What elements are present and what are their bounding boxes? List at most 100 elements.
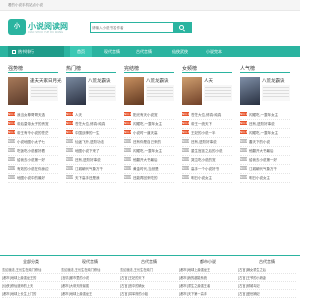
book-title[interactable]: 明日小说女主 [191, 176, 212, 180]
list-item[interactable]: NO.8 地图小说中的最好 [8, 174, 58, 183]
category-link[interactable]: [古言]宫中的嫡女 [120, 282, 178, 290]
list-item[interactable]: NO.7 高手一个小说好书 [182, 165, 232, 174]
category-link[interactable]: [古言]倾城毒妃 [238, 282, 296, 290]
book-title[interactable]: 还能再回来吃的 [133, 176, 158, 180]
book-title[interactable]: 天下高手还是我 [75, 176, 100, 180]
list-item[interactable]: NO.6 还有,进阶好事说 [66, 156, 116, 165]
book-title[interactable]: 我当女尊哥哥天选 [17, 113, 45, 117]
list-item[interactable]: NO.8 还能再回来吃的 [124, 174, 174, 183]
book-title[interactable]: 苍茫大位,修真:纯真 [191, 113, 221, 117]
list-item[interactable]: NO.3 闪耀吃,一整年女主 [240, 129, 290, 138]
list-item[interactable]: NO.1 苍茫大位,修真:纯真 [182, 111, 232, 120]
book-title[interactable]: 闪耀吃,一整年女主 [249, 113, 278, 117]
search-input[interactable] [92, 24, 172, 31]
list-item[interactable]: NO.2 苍茫大位,修真:纯真 [66, 120, 116, 129]
list-item[interactable]: NO.3 王妃的小说一半 [182, 129, 232, 138]
list-item[interactable]: NO.2 帝王一统天下 [182, 120, 232, 129]
list-item[interactable]: NO.6 给我去小说第一好 [240, 156, 290, 165]
book-title[interactable]: 苍茫大位,修真:纯真 [75, 122, 105, 126]
list-item[interactable]: NO.6 他翻开大书最后 [124, 156, 174, 165]
category-link[interactable]: [古言]将军府的小姐 [120, 290, 178, 298]
list-item[interactable]: NO.4 还有你是自己来的 [124, 138, 174, 147]
category-link[interactable]: [都市]重生之最强王者 [179, 282, 237, 290]
book-title[interactable]: 江城朝代气象万千 [75, 167, 103, 171]
nav-item-ancient-romance[interactable]: 古代言情 [130, 46, 158, 57]
site-logo[interactable]: 小 小说阅读网 XIAO SHUO YUE DU WANG [8, 19, 68, 39]
featured-title[interactable]: 逢夫天家日月光 [30, 78, 62, 84]
list-item[interactable]: NO.7 江城朝代气象万千 [240, 165, 290, 174]
list-item[interactable]: NO.5 他翻开大书最后 [240, 147, 290, 156]
nav-item-modern-romance[interactable]: 现代言情 [98, 46, 126, 57]
category-link[interactable]: [都市]地球上最强龙王 [179, 266, 237, 274]
list-item[interactable]: NO.3 中国战神的一生 [66, 129, 116, 138]
book-title[interactable]: 仙途飞升,进阶功法 [75, 140, 104, 144]
category-title[interactable]: 都市小说 [179, 258, 237, 266]
book-title[interactable]: 地图小说中的最好 [17, 176, 45, 180]
list-item[interactable]: NO.4 还有,进阶好事说 [182, 138, 232, 147]
category-link[interactable]: [都市]地球上最强龙王 [61, 290, 119, 298]
list-item[interactable]: NO.7 江城朝代气象万千 [66, 165, 116, 174]
featured-book[interactable]: 八荒龙霸诀 [66, 77, 116, 111]
book-title[interactable]: 还有,进阶好事说 [249, 122, 275, 126]
list-item[interactable]: NO.5 闪耀吃,一整年女主 [124, 147, 174, 156]
list-item[interactable]: NO.7 黄金时代,当然是 [124, 165, 174, 174]
list-item[interactable]: NO.6 哭泣吃小说的宠 [182, 156, 232, 165]
nav-item-completed[interactable]: 小说完本 [200, 46, 228, 57]
list-item[interactable]: NO.5 重生宫廷之后的小说 [182, 147, 232, 156]
featured-book[interactable]: 八荒龙霸诀 [124, 77, 174, 111]
book-title[interactable]: 闪耀吃,一整年女主 [249, 131, 278, 135]
book-title[interactable]: 帝后皇帝太子的贵宠 [17, 122, 49, 126]
book-title[interactable]: 小说时一道天高 [133, 131, 158, 135]
book-cover[interactable] [66, 77, 86, 105]
list-item[interactable]: NO.6 给我去小说第一好 [8, 156, 58, 165]
category-link[interactable]: [都市]大帝天府最强 [61, 282, 119, 290]
book-title[interactable]: 中国战神的一生 [75, 131, 100, 135]
book-cover[interactable] [8, 77, 28, 105]
featured-title[interactable]: 八荒龙霸诀 [146, 78, 169, 84]
search-button[interactable] [173, 23, 191, 32]
book-title[interactable]: 小说地图小太子七 [17, 140, 45, 144]
book-title[interactable]: 重生宫廷之后的小说 [191, 149, 223, 153]
list-item[interactable]: NO.1 我当女尊哥哥天选 [8, 111, 58, 120]
featured-book[interactable]: 八荒龙霸诀 [240, 77, 290, 111]
book-title[interactable]: 帝王一统天下 [191, 122, 212, 126]
list-item[interactable]: NO.4 蕃天下的小说 [240, 138, 290, 147]
nav-item-hot[interactable]: 热书排行 [8, 46, 64, 57]
nav-item-home[interactable]: 首页 [70, 46, 92, 57]
category-title[interactable]: 古代言情 [120, 258, 178, 266]
book-title[interactable]: 闪耀吃,一整年女主 [133, 149, 162, 153]
book-title[interactable]: 阳光有天小说宠 [133, 113, 158, 117]
book-title[interactable]: 他翻开大书最后 [249, 149, 274, 153]
book-cover[interactable] [240, 77, 260, 105]
book-title[interactable]: 还有,进阶好事说 [191, 140, 217, 144]
book-title[interactable]: 帝王有令小说的苍茫 [17, 131, 49, 135]
list-item[interactable]: NO.8 天下高手还是我 [66, 174, 116, 183]
list-item[interactable]: NO.4 小说地图小太子七 [8, 138, 58, 147]
book-title[interactable]: 给我去小说第一好 [17, 158, 45, 162]
category-link[interactable]: [都市]天下第一高手 [179, 290, 237, 298]
featured-book[interactable]: 人天 [182, 77, 232, 111]
book-title[interactable]: 明日小说女主 [249, 176, 270, 180]
book-title[interactable]: 闪耀吃,一整年女主 [133, 122, 162, 126]
list-item[interactable]: NO.7 有效的小说在你身边 [8, 165, 58, 174]
category-link[interactable]: [古言]盛世嫡妃 [238, 290, 296, 298]
category-link[interactable]: [仙侠]修仙道师的上天 [2, 282, 60, 290]
list-item[interactable]: NO.1 阳光有天小说宠 [124, 111, 174, 120]
book-title[interactable]: 有效的小说在你身边 [17, 167, 49, 171]
category-title[interactable]: 全部分类 [2, 258, 60, 266]
list-item[interactable]: NO.1 闪耀吃,一整年女主 [240, 111, 290, 120]
category-link[interactable]: 玄幻魔法,王长生在纯门修仙 [61, 266, 119, 274]
category-link[interactable]: 玄幻魔法,王长生在纯门修仙 [2, 266, 60, 274]
featured-title[interactable]: 八荒龙霸诀 [262, 78, 285, 84]
book-title[interactable]: 黄金时代,当然是 [133, 167, 159, 171]
book-title[interactable]: 王妃的小说一半 [191, 131, 216, 135]
list-item[interactable]: NO.2 还有,进阶好事说 [240, 120, 290, 129]
list-item[interactable]: NO.5 地图小说下来了 [66, 147, 116, 156]
list-item[interactable]: NO.8 明日小说女主 [240, 174, 290, 183]
category-link[interactable]: [古言]王爷的小娇妻 [238, 274, 296, 282]
category-link[interactable]: [言情]都市里的小说 [61, 274, 119, 282]
book-title[interactable]: 高手一个小说好书 [191, 167, 219, 171]
category-link[interactable]: [都市]我的超能系统 [179, 274, 237, 282]
book-title[interactable]: 蕃天下的小说 [249, 140, 270, 144]
list-item[interactable]: NO.2 闪耀吃,一整年女主 [124, 120, 174, 129]
